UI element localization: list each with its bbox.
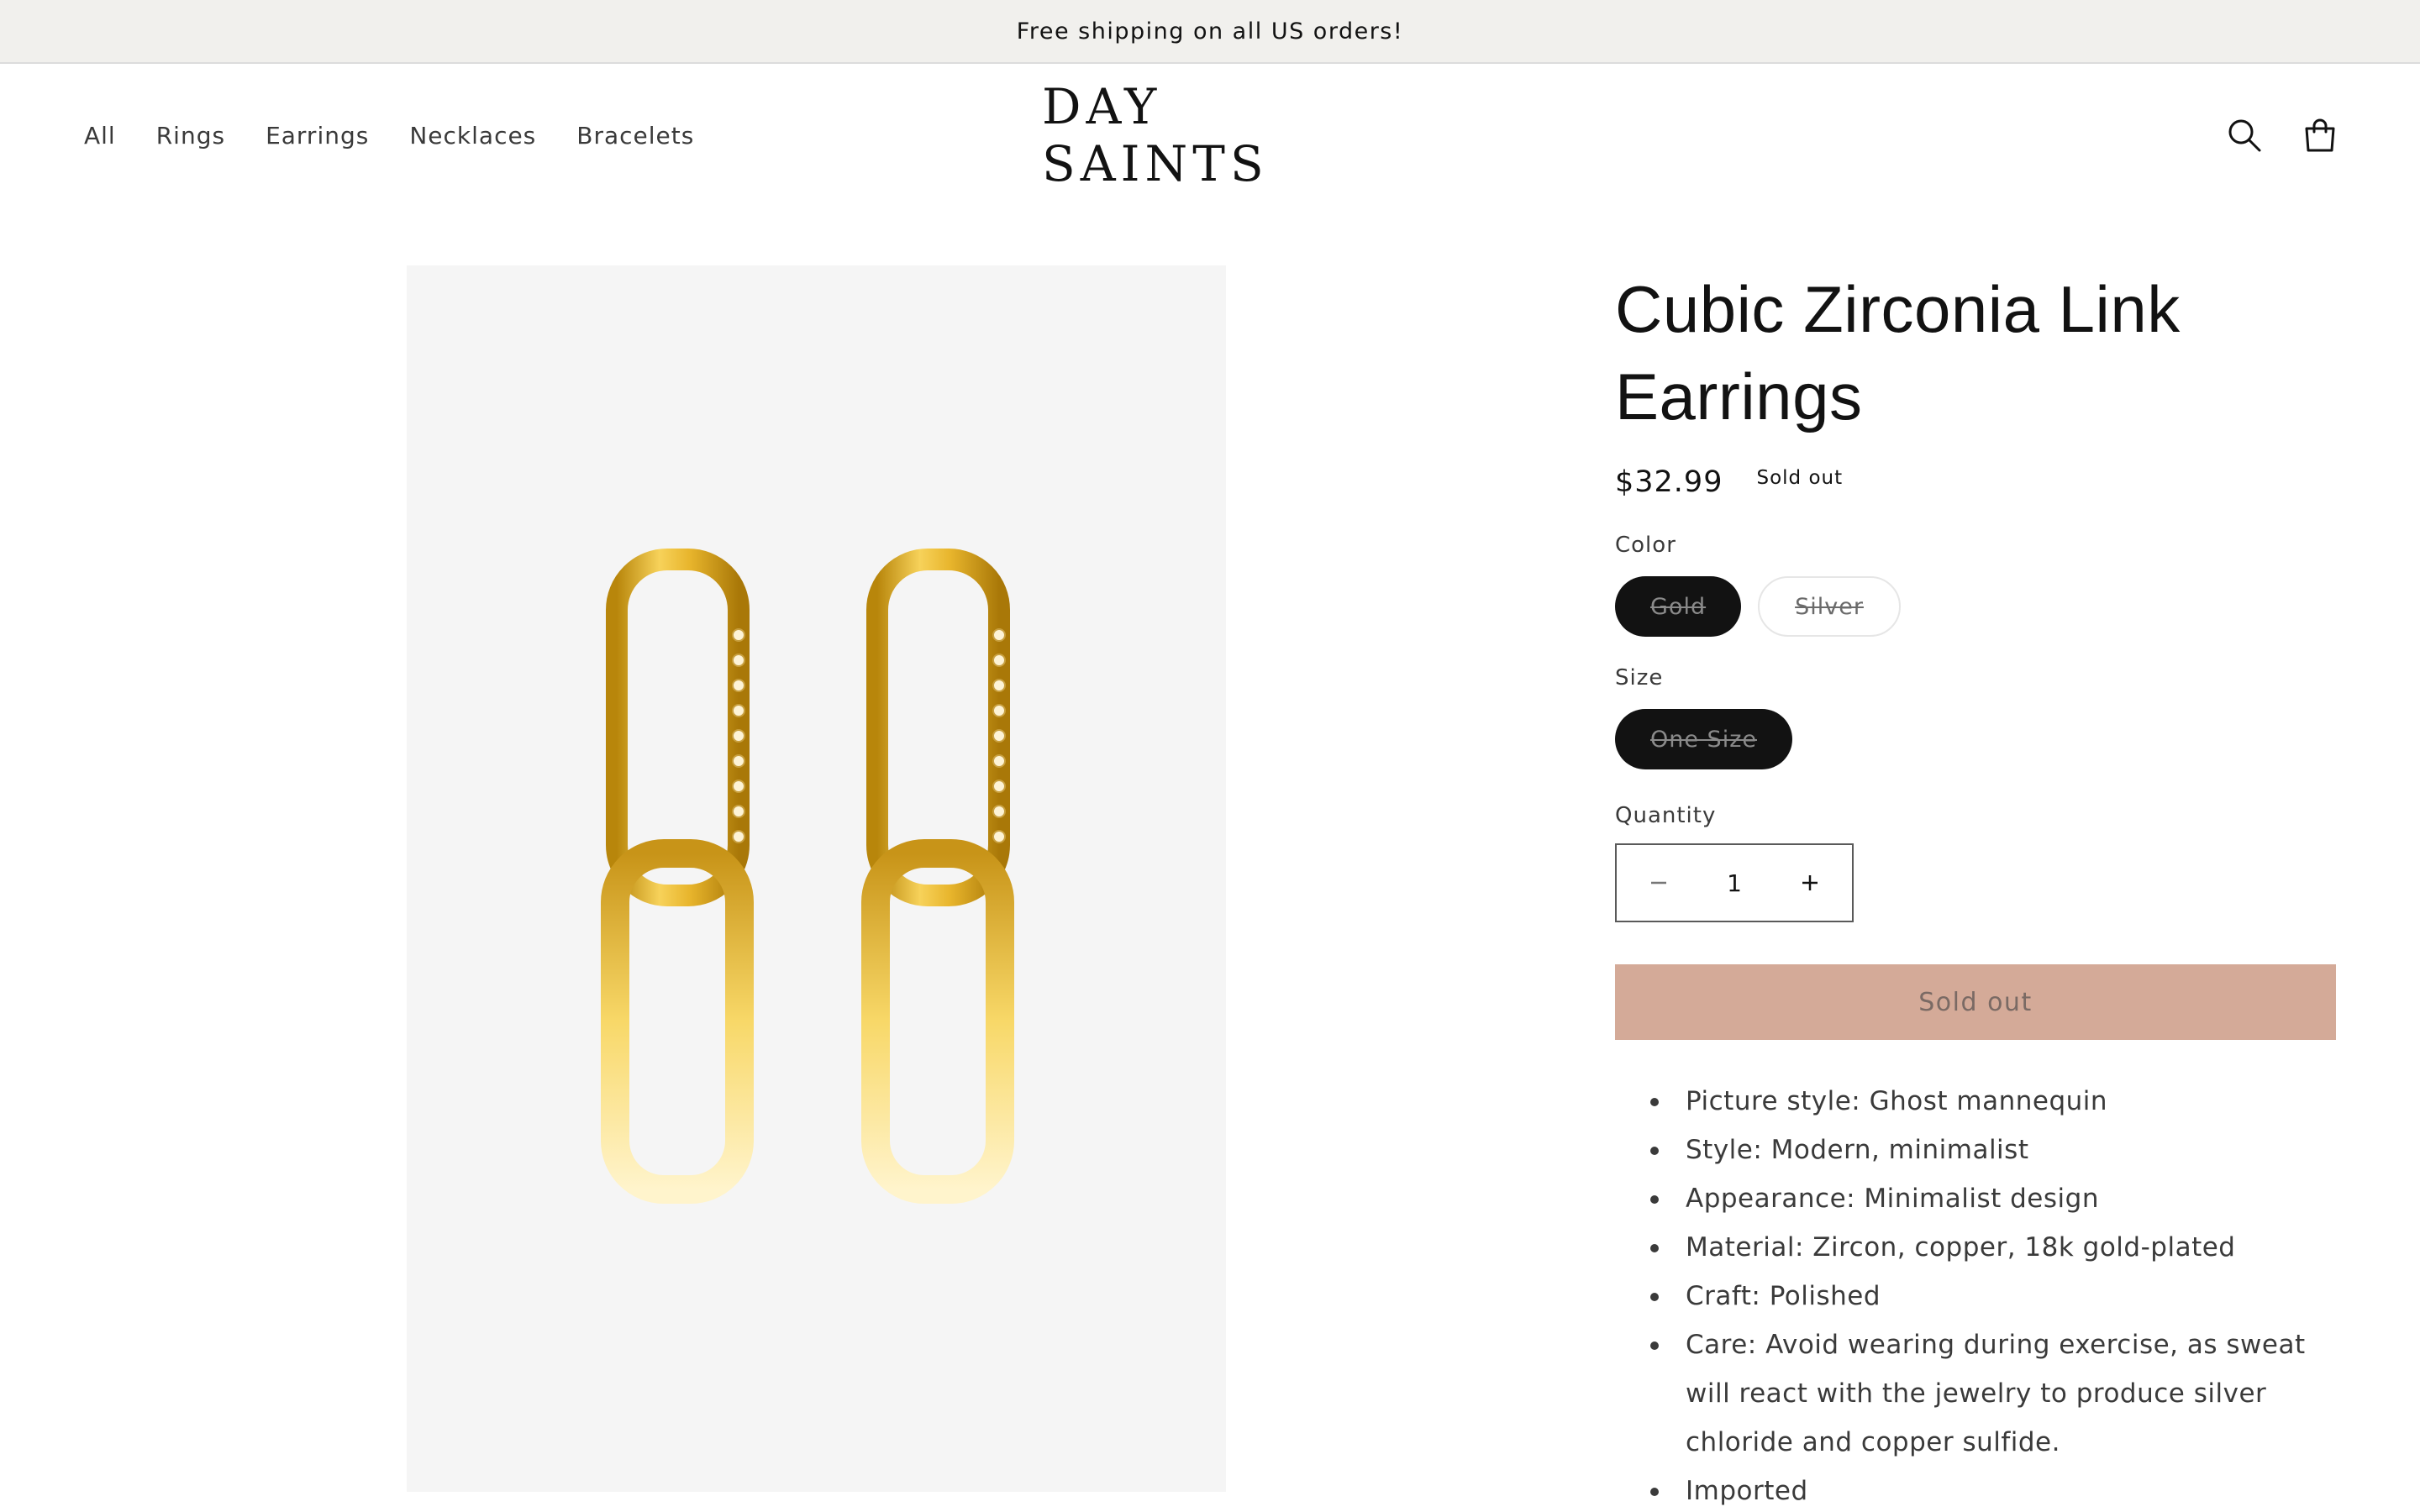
announcement-text: Free shipping on all US orders!	[1016, 18, 1404, 45]
feature-list: Picture style: Ghost mannequin Style: Mo…	[1615, 1077, 2336, 1512]
product-title: Cubic Zirconia Link Earrings	[1615, 265, 2336, 440]
plus-icon	[1802, 875, 1818, 890]
size-options: One Size	[1615, 709, 2336, 769]
nav-link-rings[interactable]: Rings	[156, 122, 225, 150]
feature-item: Imported	[1649, 1467, 2336, 1512]
earring-left	[601, 549, 754, 1204]
nav-link-bracelets[interactable]: Bracelets	[576, 122, 694, 150]
product-image[interactable]	[407, 265, 1226, 1492]
sold-out-badge: Sold out	[1756, 467, 1844, 489]
price-row: $32.99 Sold out	[1615, 465, 2336, 499]
nav-link-earrings[interactable]: Earrings	[266, 122, 369, 150]
feature-item: Picture style: Ghost mannequin	[1649, 1077, 2336, 1126]
sold-out-button[interactable]: Sold out	[1615, 964, 2336, 1040]
feature-item: Style: Modern, minimalist	[1649, 1126, 2336, 1174]
quantity-stepper: 1	[1615, 843, 1854, 922]
nav-link-all[interactable]: All	[84, 122, 116, 150]
search-icon[interactable]	[2223, 114, 2265, 156]
cart-icon[interactable]	[2299, 114, 2341, 156]
feature-item: Appearance: Minimalist design	[1649, 1174, 2336, 1223]
site-header: All Rings Earrings Necklaces Bracelets D…	[0, 66, 2420, 205]
minus-icon	[1651, 881, 1666, 885]
quantity-increase-button[interactable]	[1793, 866, 1827, 900]
product-title-line1: Cubic Zirconia Link	[1615, 272, 2181, 346]
earring-right	[861, 549, 1014, 1204]
nav-link-necklaces[interactable]: Necklaces	[409, 122, 536, 150]
feature-item: Care: Avoid wearing during exercise, as …	[1649, 1320, 2336, 1467]
size-label: Size	[1615, 665, 1664, 690]
color-label: Color	[1615, 533, 1676, 558]
color-option-silver[interactable]: Silver	[1758, 576, 1901, 637]
quantity-decrease-button[interactable]	[1642, 866, 1676, 900]
announcement-bar: Free shipping on all US orders!	[0, 0, 2420, 64]
color-option-gold[interactable]: Gold	[1615, 576, 1742, 637]
color-options: Gold Silver	[1615, 576, 2336, 637]
size-option-one-size[interactable]: One Size	[1615, 709, 1792, 769]
feature-item: Craft: Polished	[1649, 1272, 2336, 1320]
store-logo[interactable]: DAY SAINTS	[1042, 66, 1368, 205]
main-nav: All Rings Earrings Necklaces Bracelets	[84, 66, 694, 205]
product-title-line2: Earrings	[1615, 360, 1863, 433]
quantity-input[interactable]: 1	[1727, 869, 1742, 897]
product-info: Cubic Zirconia Link Earrings $32.99 Sold…	[1615, 265, 2336, 1512]
quantity-label: Quantity	[1615, 803, 1717, 828]
feature-item: Material: Zircon, copper, 18k gold-plate…	[1649, 1223, 2336, 1272]
header-icons	[2223, 66, 2341, 205]
product-price: $32.99	[1615, 465, 1723, 499]
